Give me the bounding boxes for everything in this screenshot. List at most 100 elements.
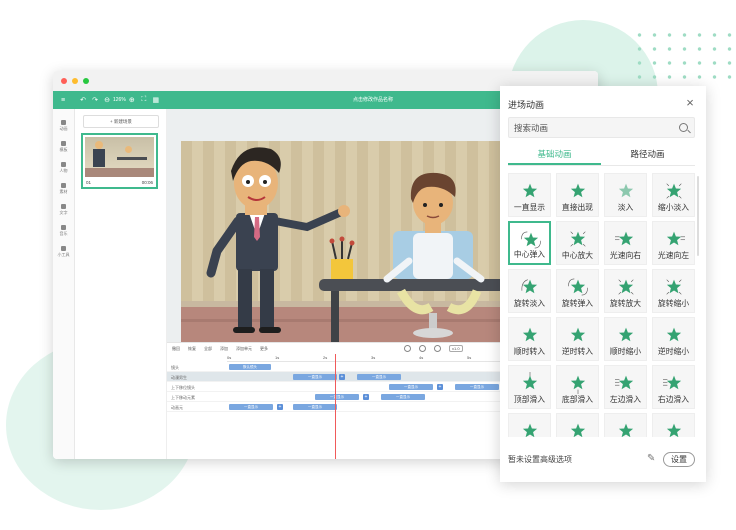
animation-option[interactable]: 缩小淡入 (652, 173, 695, 217)
speed-selector[interactable]: x1.0 (449, 345, 463, 352)
zoom-out-icon[interactable]: ⊖ (101, 94, 113, 106)
nav-tools[interactable]: 小工具 (53, 241, 74, 262)
star-animation-icon (666, 327, 682, 342)
animation-option[interactable] (508, 413, 551, 437)
minimize-dot[interactable] (72, 78, 78, 84)
timeline-tool-add-unit[interactable]: 添加单元 (236, 346, 252, 352)
animation-option-label: 逆时缩小 (657, 347, 690, 356)
star-animation-icon (568, 278, 588, 296)
animation-option-label: 直接出现 (561, 203, 594, 212)
grid-icon[interactable]: ▦ (150, 94, 162, 106)
nav-text[interactable]: 文字 (53, 199, 74, 220)
nav-animation[interactable]: 动画 (53, 115, 74, 136)
timeline-tool-add[interactable]: 添加 (220, 346, 228, 352)
add-scene-button[interactable]: + 新建场景 (83, 115, 159, 128)
undo-icon[interactable]: ↶ (77, 94, 89, 106)
animation-option-label: 中心放大 (561, 251, 594, 260)
animation-option[interactable]: 左边滑入 (604, 365, 647, 409)
animation-option[interactable]: 顶部滑入 (508, 365, 551, 409)
panel-scrollbar[interactable] (697, 176, 699, 256)
animation-option-label: 光速向右 (609, 251, 642, 260)
timeline-tool-redo[interactable]: 恢复 (188, 346, 196, 352)
animation-option[interactable]: 顺时转入 (508, 317, 551, 361)
redo-icon[interactable]: ↷ (89, 94, 101, 106)
animation-icon (61, 119, 66, 125)
animation-option[interactable]: 底部滑入 (556, 365, 599, 409)
timeline-clip[interactable]: 一直显示 (455, 384, 499, 390)
timeline-clip[interactable]: 一直显示 (381, 394, 425, 400)
search-input[interactable] (509, 118, 669, 138)
animation-option[interactable] (652, 413, 695, 437)
animation-option[interactable]: 旋转弹入 (556, 269, 599, 313)
music-icon (61, 224, 66, 230)
animation-option[interactable]: 中心放大 (556, 221, 599, 265)
zoom-in-icon[interactable]: ⊕ (126, 94, 138, 106)
advanced-options-status: 暂未设置高级选项 (508, 455, 572, 464)
project-title[interactable]: 点击修改作品名称 (353, 96, 393, 103)
star-animation-icon (522, 183, 538, 198)
stage-canvas[interactable] (181, 141, 511, 345)
entrance-animation-panel: 进场动画 × 基础动画 路径动画 一直显示 直接出现 淡入 缩小淡入中心弹入 中心放大 光… (500, 86, 706, 482)
star-animation-icon (618, 183, 634, 198)
animation-option-label: 旋转淡入 (513, 299, 546, 308)
animation-option[interactable]: 旋转放大 (604, 269, 647, 313)
timeline-clip[interactable]: 一直显示 (389, 384, 433, 390)
add-clip-button[interactable]: + (339, 374, 345, 380)
star-animation-icon (666, 183, 682, 199)
animation-option[interactable]: 直接出现 (556, 173, 599, 217)
timeline-tool-undo[interactable]: 撤回 (172, 346, 180, 352)
add-clip-button[interactable]: + (277, 404, 283, 410)
timeline-clip[interactable]: 默认镜头 (229, 364, 271, 370)
maximize-dot[interactable] (83, 78, 89, 84)
nav-template[interactable]: 模板 (53, 136, 74, 157)
add-clip-button[interactable]: + (363, 394, 369, 400)
animation-option[interactable]: 一直显示 (508, 173, 551, 217)
stop-icon[interactable] (434, 345, 441, 352)
menu-icon[interactable]: ≡ (57, 94, 69, 106)
close-dot[interactable] (61, 78, 67, 84)
search-icon[interactable] (679, 123, 688, 132)
animation-option[interactable]: 中心弹入 (508, 221, 551, 265)
animation-option[interactable]: 逆时缩小 (652, 317, 695, 361)
close-icon[interactable]: × (683, 96, 697, 110)
animation-option[interactable]: 顺时缩小 (604, 317, 647, 361)
scene-thumbnail[interactable]: 01 00:06 (81, 133, 158, 189)
timeline-clip[interactable]: 一直显示 (293, 374, 337, 380)
animation-option[interactable]: 右边滑入 (652, 365, 695, 409)
nav-material[interactable]: 素材 (53, 178, 74, 199)
timeline-playhead[interactable] (335, 354, 336, 459)
add-clip-button[interactable]: + (437, 384, 443, 390)
timeline-clip[interactable]: 一直显示 (357, 374, 401, 380)
animation-option-label: 逆时转入 (561, 347, 594, 356)
timeline-clip[interactable]: 一直显示 (315, 394, 359, 400)
animation-option[interactable] (556, 413, 599, 437)
stage-illustration (181, 141, 511, 345)
nav-music[interactable]: 音乐 (53, 220, 74, 241)
star-animation-icon (618, 327, 634, 342)
star-animation-icon (615, 231, 634, 246)
timeline-clip[interactable]: 一直显示 (293, 404, 337, 410)
fit-icon[interactable]: ⛶ (138, 94, 150, 106)
nav-character[interactable]: 人物 (53, 157, 74, 178)
animation-search (508, 117, 695, 138)
scene-index: 01 (86, 180, 92, 185)
timeline-tool-all[interactable]: 全部 (204, 346, 212, 352)
timeline-clip[interactable]: 一直显示 (229, 404, 273, 410)
settings-button[interactable]: 设置 (663, 452, 695, 467)
timeline-tool-more[interactable]: 更多 (260, 346, 268, 352)
animation-option[interactable] (604, 413, 647, 437)
decor-dots (632, 28, 736, 88)
tab-basic-animation[interactable]: 基础动画 (508, 148, 601, 165)
animation-option-label: 中心弹入 (513, 250, 546, 259)
star-animation-icon (521, 231, 541, 249)
animation-option[interactable]: 光速向左 (652, 221, 695, 265)
play-icon[interactable] (419, 345, 426, 352)
animation-option[interactable]: 旋转淡入 (508, 269, 551, 313)
rewind-icon[interactable] (404, 345, 411, 352)
tab-path-animation[interactable]: 路径动画 (601, 148, 694, 160)
animation-option[interactable]: 淡入 (604, 173, 647, 217)
animation-option[interactable]: 逆时转入 (556, 317, 599, 361)
brush-icon[interactable]: ✎ (647, 453, 655, 464)
animation-option[interactable]: 旋转缩小 (652, 269, 695, 313)
animation-option[interactable]: 光速向右 (604, 221, 647, 265)
